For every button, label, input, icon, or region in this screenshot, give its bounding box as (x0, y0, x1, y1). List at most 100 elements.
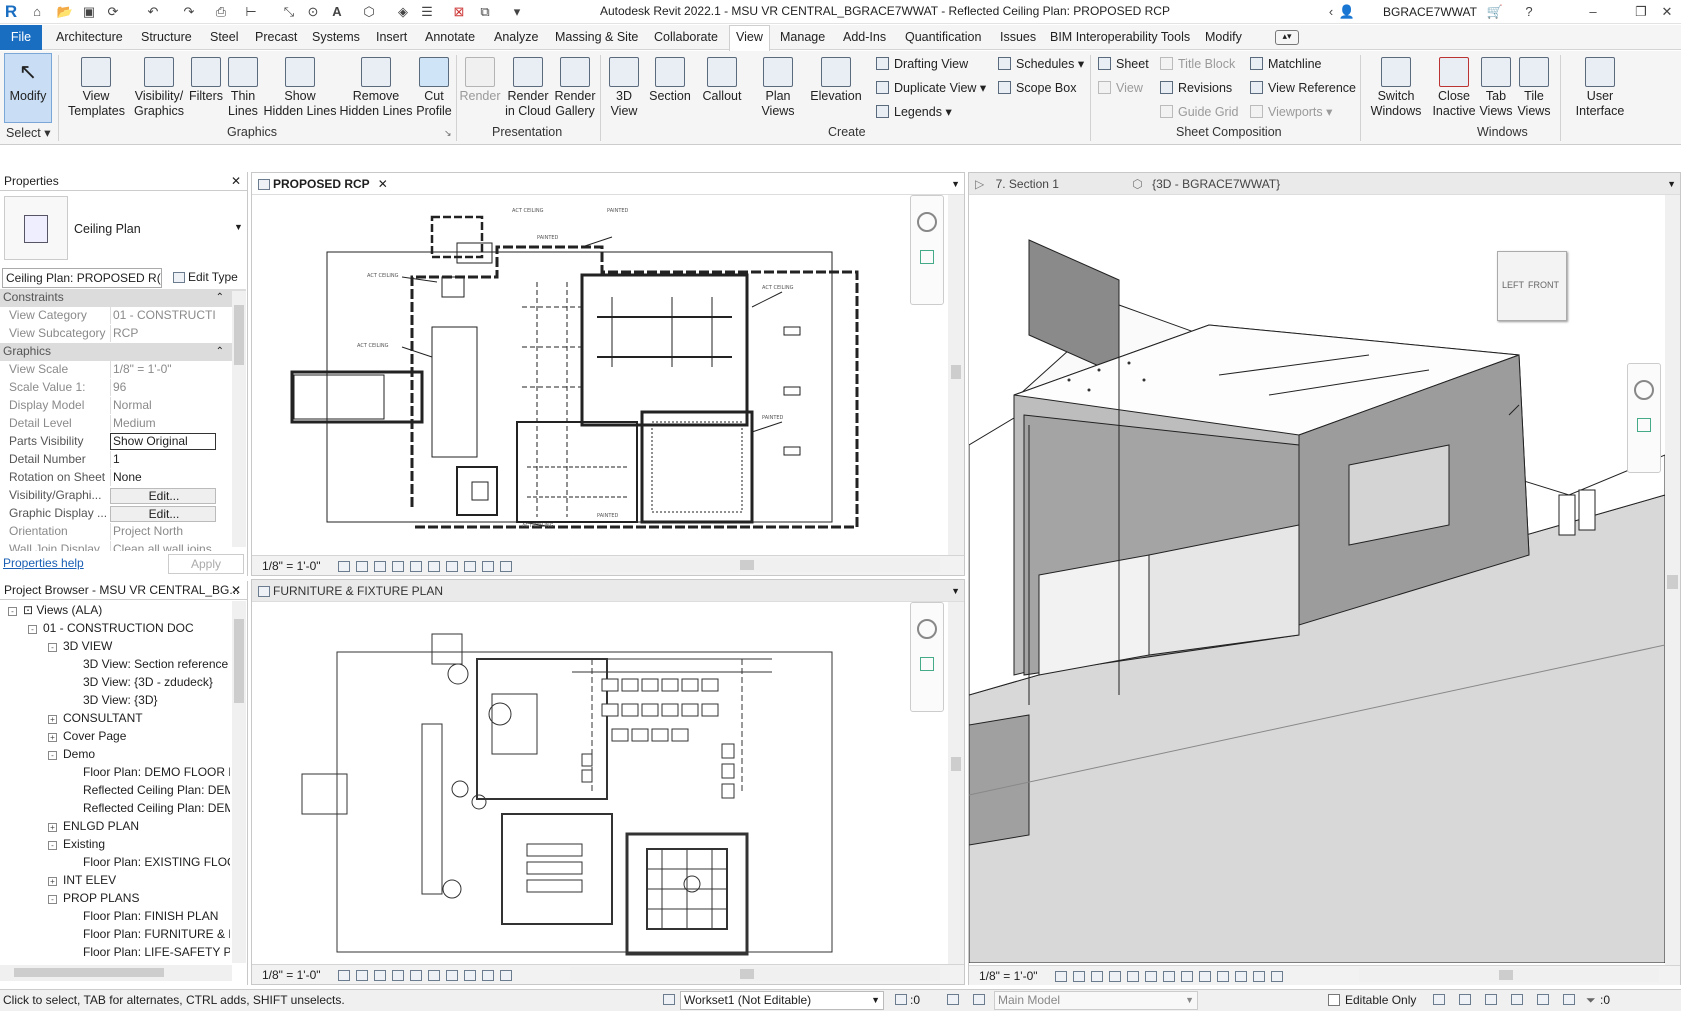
close-tab-icon[interactable]: ✕ (378, 177, 388, 191)
property-row[interactable]: View Scale 1/8" = 1'-0" (0, 361, 246, 379)
close-window-icon[interactable]: ✕ (1658, 3, 1676, 21)
browser-item[interactable]: Reflected Ceiling Plan: DEM (0, 781, 230, 799)
3d-view-icon[interactable]: ⬡ (360, 3, 378, 21)
tab-annotate[interactable]: Annotate (425, 30, 475, 44)
tab-analyze[interactable]: Analyze (494, 30, 538, 44)
rcp-hscrollbar[interactable] (570, 558, 940, 572)
property-value[interactable]: 1 (110, 451, 216, 468)
property-category[interactable]: Constraints ⌃ (0, 289, 246, 307)
instance-selector[interactable]: Ceiling Plan: PROPOSED R( (2, 268, 162, 288)
apply-button[interactable]: Apply (168, 554, 244, 574)
title-block-button[interactable]: Title Block (1160, 55, 1235, 73)
tab-insert[interactable]: Insert (376, 30, 407, 44)
select-by-face-icon[interactable] (1511, 994, 1523, 1005)
tab-file[interactable]: File (0, 25, 42, 50)
cart-icon[interactable]: 🛒 (1486, 3, 1504, 21)
tile-views-button[interactable]: Tile Views (1516, 53, 1552, 119)
viewports-button[interactable]: Viewports ▾ (1250, 103, 1332, 121)
viewcube-front-face[interactable]: FRONT (1528, 280, 1559, 290)
help-icon[interactable]: ? (1520, 3, 1538, 21)
collapse-icon[interactable]: - (48, 841, 57, 850)
drag-elements-icon[interactable] (1537, 994, 1549, 1005)
guide-grid-button[interactable]: Guide Grid (1160, 103, 1238, 121)
tab-add-ins[interactable]: Add-Ins (843, 30, 886, 44)
switch-windows-icon[interactable]: ⧉ (476, 3, 494, 21)
text-icon[interactable]: A (328, 3, 346, 21)
design-options-icon[interactable] (947, 994, 959, 1005)
rcp-navigation-bar[interactable] (910, 195, 944, 305)
undo-icon[interactable]: ↶ (144, 3, 162, 21)
select-underlay-icon[interactable] (1459, 994, 1471, 1005)
tab-massing-site[interactable]: Massing & Site (555, 30, 638, 44)
scope-box-button[interactable]: Scope Box (998, 79, 1076, 97)
remove-hidden-lines-button[interactable]: Remove Hidden Lines (338, 53, 414, 119)
active-workset-dropdown[interactable]: Workset1 (Not Editable) ▼ (680, 991, 884, 1010)
collapse-icon[interactable]: - (48, 643, 57, 652)
measure-icon[interactable]: ⊢ (242, 3, 260, 21)
worksets-icon[interactable] (663, 994, 675, 1005)
visibility-graphics-button[interactable]: Visibility/Graphics (130, 53, 188, 119)
browser-item[interactable]: Floor Plan: EXISTING FLOOF (0, 853, 230, 871)
property-value[interactable]: 96 (110, 379, 216, 396)
collapse-icon[interactable]: - (48, 895, 57, 904)
3d-navigation-bar[interactable] (1627, 363, 1661, 473)
browser-item[interactable]: Floor Plan: POWER PLAN (0, 961, 230, 963)
property-row[interactable]: View Category 01 - CONSTRUCTI... (0, 307, 246, 325)
browser-item[interactable]: 3D View: {3D} (0, 691, 230, 709)
type-dropdown-icon[interactable]: ▼ (234, 222, 243, 232)
modify-button[interactable]: ↖ Modify (4, 53, 52, 123)
property-value[interactable]: Medium (110, 415, 216, 432)
select-links-icon[interactable] (1433, 994, 1445, 1005)
property-value[interactable]: Project North (110, 523, 216, 540)
expand-icon[interactable]: + (48, 733, 57, 742)
expand-icon[interactable]: + (48, 715, 57, 724)
rcp-view-scale[interactable]: 1/8" = 1'-0" (262, 559, 321, 573)
zoom-icon[interactable] (920, 250, 934, 264)
expand-icon[interactable]: + (48, 877, 57, 886)
property-row[interactable]: Visibility/Graphi... Edit... (0, 487, 246, 505)
user-name[interactable]: BGRACE7WWAT (1383, 5, 1477, 19)
revit-logo-icon[interactable]: R (2, 3, 20, 21)
plan-views-button[interactable]: Plan Views (756, 53, 800, 119)
tab-proposed-rcp[interactable]: PROPOSED RCP (273, 177, 370, 191)
graphics-dialog-launcher-icon[interactable]: ↘ (444, 128, 452, 139)
user-interface-button[interactable]: User Interface (1568, 53, 1632, 119)
tab-menu-icon[interactable]: ▼ (951, 173, 960, 195)
browser-item[interactable]: 3D View: {3D - zdudeck} (0, 673, 230, 691)
editable-only-checkbox[interactable] (1328, 994, 1340, 1006)
3d-view-button[interactable]: 3D View (604, 53, 644, 119)
property-value[interactable]: Normal (110, 397, 216, 414)
tab-views-button[interactable]: Tab Views (1478, 53, 1514, 119)
browser-item[interactable]: - Demo (0, 745, 230, 763)
thin-lines-icon[interactable]: ☰ (418, 3, 436, 21)
3d-hscrollbar[interactable] (1359, 968, 1659, 982)
steering-wheel-icon[interactable] (917, 212, 937, 232)
tab-systems[interactable]: Systems (312, 30, 360, 44)
furniture-view-pane[interactable]: FURNITURE & FIXTURE PLAN ▼ 1/8" = 1'-0" (251, 579, 965, 985)
drafting-view-button[interactable]: Drafting View (876, 55, 968, 73)
restore-icon[interactable]: ❐ (1632, 3, 1650, 21)
property-row[interactable]: Rotation on Sheet None (0, 469, 246, 487)
property-category[interactable]: Graphics ⌃ (0, 343, 246, 361)
type-name[interactable]: Ceiling Plan (74, 222, 141, 236)
expand-icon[interactable]: + (48, 823, 57, 832)
tab-collaborate[interactable]: Collaborate (654, 30, 718, 44)
duplicate-view-button[interactable]: Duplicate View ▾ (876, 79, 986, 97)
property-row[interactable]: Detail Level Medium (0, 415, 246, 433)
legends-button[interactable]: Legends ▾ (876, 103, 952, 121)
tab-architecture[interactable]: Architecture (56, 30, 123, 44)
browser-item[interactable]: Floor Plan: FINISH PLAN (0, 907, 230, 925)
3d-tab-menu-icon[interactable]: ▼ (1667, 173, 1676, 195)
tab-section-1[interactable]: 7. Section 1 (996, 177, 1059, 191)
collapse-icon[interactable]: - (48, 751, 57, 760)
browser-item[interactable]: - Existing (0, 835, 230, 853)
zoom-icon[interactable] (1637, 418, 1651, 432)
collapse-icon[interactable]: - (8, 607, 17, 616)
property-row[interactable]: Parts Visibility Show Original (0, 433, 246, 451)
thin-lines-button[interactable]: Thin Lines (226, 53, 260, 119)
edit-type-button[interactable]: Edit Type (170, 270, 238, 284)
group-select[interactable]: Select ▾ (6, 125, 51, 140)
3d-view-pane[interactable]: ▷ 7. Section 1 ⬡ {3D - BGRACE7WWAT} ▼ LE… (968, 172, 1681, 985)
home-icon[interactable]: ⌂ (28, 3, 46, 21)
properties-help-link[interactable]: Properties help (3, 556, 84, 570)
